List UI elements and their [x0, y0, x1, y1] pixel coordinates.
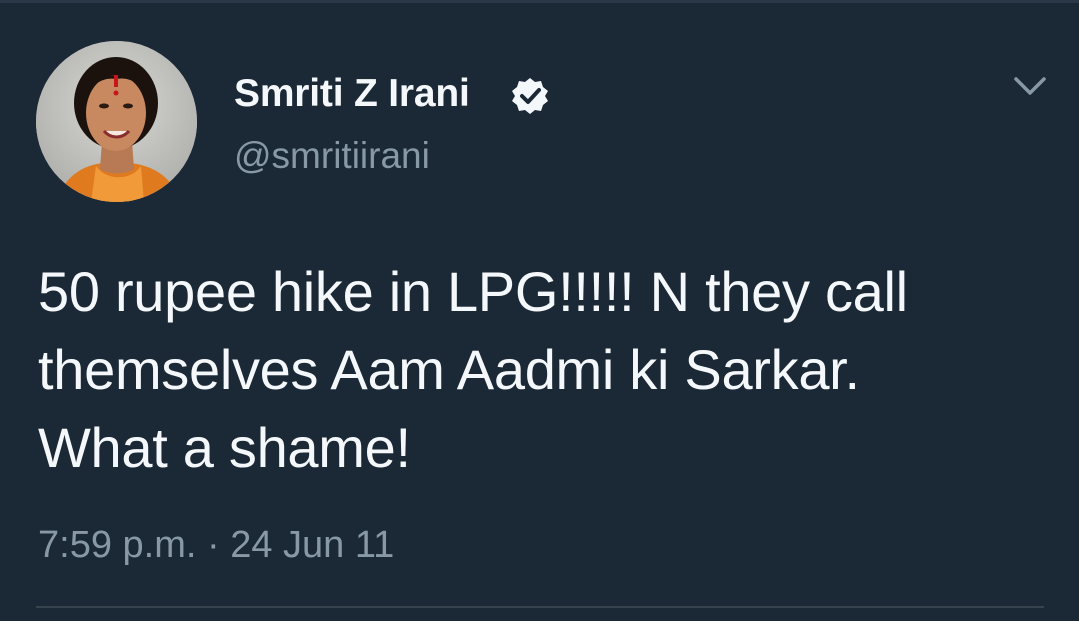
avatar[interactable] — [36, 41, 197, 202]
verified-badge-icon — [512, 78, 548, 114]
author-handle[interactable]: @smritiirani — [234, 133, 430, 179]
tweet-timestamp[interactable]: 7:59 p.m. · 24 Jun 11 — [38, 521, 394, 569]
top-border — [0, 0, 1079, 3]
tweet-text-line: 50 rupee hike in LPG!!!!! N they call — [38, 260, 908, 323]
tweet-text: 50 rupee hike in LPG!!!!! N they call th… — [38, 253, 1068, 487]
avatar-image — [36, 41, 197, 202]
chevron-down-icon[interactable] — [1012, 74, 1048, 98]
tweet-text-line: What a shame! — [38, 416, 411, 479]
tweet-text-line: themselves Aam Aadmi ki Sarkar. — [38, 338, 860, 401]
divider — [36, 606, 1044, 608]
author-display-name[interactable]: Smriti Z Irani — [234, 70, 470, 118]
